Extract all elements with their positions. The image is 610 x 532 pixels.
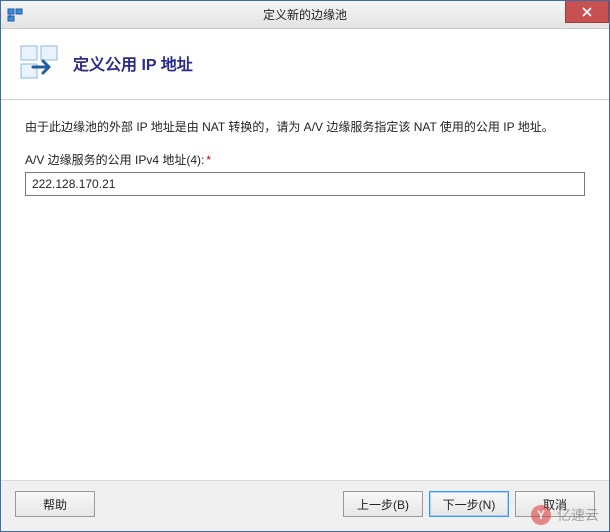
ipv4-label: A/V 边缘服务的公用 IPv4 地址(4):* <box>25 151 585 168</box>
wizard-header: 定义公用 IP 地址 <box>1 29 609 100</box>
wizard-window: 定义新的边缘池 定义公用 IP 地址 由于此边缘池的外部 IP 地址是由 NAT… <box>0 0 610 532</box>
help-button[interactable]: 帮助 <box>15 491 95 517</box>
back-button[interactable]: 上一步(B) <box>343 491 423 517</box>
wizard-content: 由于此边缘池的外部 IP 地址是由 NAT 转换的，请为 A/V 边缘服务指定该… <box>1 100 609 480</box>
close-button[interactable] <box>565 1 609 23</box>
next-button[interactable]: 下一步(N) <box>429 491 509 517</box>
wizard-footer: 帮助 上一步(B) 下一步(N) 取消 <box>1 480 609 531</box>
title-bar: 定义新的边缘池 <box>1 1 609 29</box>
description-text: 由于此边缘池的外部 IP 地址是由 NAT 转换的，请为 A/V 边缘服务指定该… <box>25 118 585 137</box>
wizard-step-title: 定义公用 IP 地址 <box>73 51 193 75</box>
app-icon <box>7 7 23 23</box>
ipv4-label-text: A/V 边缘服务的公用 IPv4 地址(4): <box>25 153 204 167</box>
cancel-button[interactable]: 取消 <box>515 491 595 517</box>
ipv4-address-input[interactable] <box>25 172 585 196</box>
wizard-header-icon <box>19 43 63 83</box>
window-title: 定义新的边缘池 <box>1 6 609 23</box>
close-icon <box>582 7 592 17</box>
required-mark: * <box>206 153 211 167</box>
